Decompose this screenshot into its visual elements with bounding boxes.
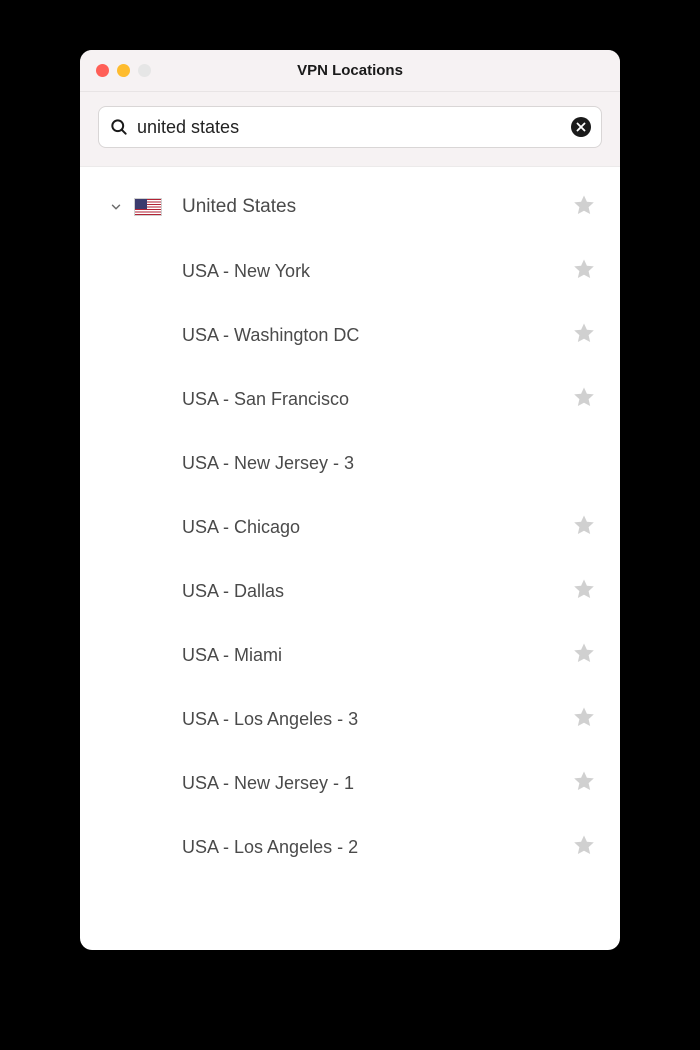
favorite-star-icon[interactable] <box>572 705 596 734</box>
location-label: USA - Washington DC <box>104 325 572 346</box>
window-title: VPN Locations <box>80 62 620 79</box>
location-label: USA - New Jersey - 1 <box>104 773 572 794</box>
country-label: United States <box>168 196 572 218</box>
favorite-star-icon[interactable] <box>572 385 596 414</box>
favorite-star-icon[interactable] <box>572 257 596 286</box>
location-label: USA - Miami <box>104 645 572 666</box>
location-label: USA - Chicago <box>104 517 572 538</box>
clear-search-button[interactable] <box>571 117 591 137</box>
location-row[interactable]: USA - New Jersey - 1 <box>80 751 620 815</box>
location-row[interactable]: USA - Chicago <box>80 495 620 559</box>
close-button[interactable] <box>96 64 109 77</box>
favorite-star-icon[interactable] <box>572 833 596 862</box>
searchbar[interactable] <box>98 106 602 148</box>
location-row[interactable]: USA - New Jersey - 3 <box>80 431 620 495</box>
location-row[interactable]: USA - Miami <box>80 623 620 687</box>
traffic-lights <box>80 64 151 77</box>
location-row[interactable]: USA - San Francisco <box>80 367 620 431</box>
location-label: USA - Los Angeles - 2 <box>104 837 572 858</box>
favorite-star-icon[interactable] <box>572 513 596 542</box>
searchbar-container <box>80 92 620 167</box>
location-label: USA - New York <box>104 261 572 282</box>
favorite-star-icon[interactable] <box>572 321 596 350</box>
location-label: USA - San Francisco <box>104 389 572 410</box>
vpn-locations-window: VPN Locations <box>80 50 620 950</box>
search-input[interactable] <box>137 117 563 138</box>
chevron-down-icon[interactable] <box>104 200 128 214</box>
country-row[interactable]: United States <box>80 175 620 239</box>
location-row[interactable]: USA - New York <box>80 239 620 303</box>
titlebar: VPN Locations <box>80 50 620 92</box>
favorite-star-icon[interactable] <box>572 193 596 222</box>
search-icon <box>109 117 129 137</box>
favorite-star-icon[interactable] <box>572 449 596 478</box>
location-row[interactable]: USA - Washington DC <box>80 303 620 367</box>
location-row[interactable]: USA - Los Angeles - 3 <box>80 687 620 751</box>
location-label: USA - Dallas <box>104 581 572 602</box>
locations-list: United States USA - New York USA - Washi… <box>80 167 620 879</box>
maximize-button[interactable] <box>138 64 151 77</box>
favorite-star-icon[interactable] <box>572 769 596 798</box>
location-label: USA - Los Angeles - 3 <box>104 709 572 730</box>
location-label: USA - New Jersey - 3 <box>104 453 572 474</box>
favorite-star-icon[interactable] <box>572 641 596 670</box>
favorite-star-icon[interactable] <box>572 577 596 606</box>
location-row[interactable]: USA - Los Angeles - 2 <box>80 815 620 879</box>
location-row[interactable]: USA - Dallas <box>80 559 620 623</box>
us-flag-icon <box>128 198 168 216</box>
minimize-button[interactable] <box>117 64 130 77</box>
